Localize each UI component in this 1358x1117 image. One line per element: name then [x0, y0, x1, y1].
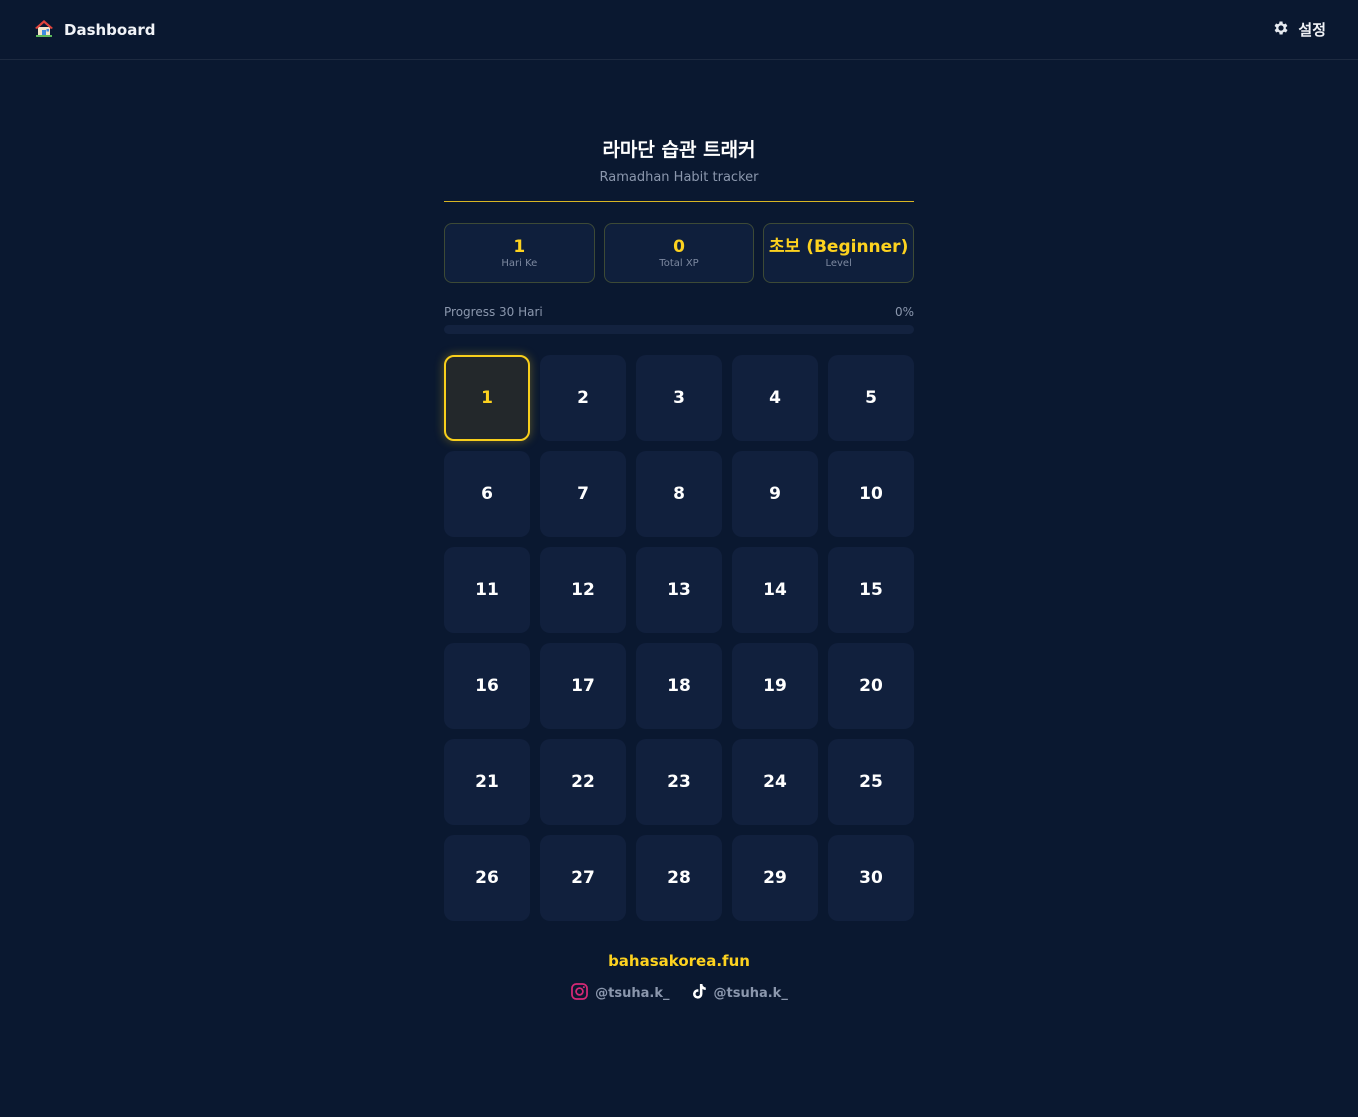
day-tile-24[interactable]: 24	[732, 739, 818, 825]
stat-card-day: 1 Hari Ke	[444, 223, 595, 283]
day-tile-22[interactable]: 22	[540, 739, 626, 825]
day-tile-29[interactable]: 29	[732, 835, 818, 921]
day-tile-8[interactable]: 8	[636, 451, 722, 537]
day-tile-1[interactable]: 1	[444, 355, 530, 441]
house-icon	[34, 18, 54, 42]
day-tile-30[interactable]: 30	[828, 835, 914, 921]
instagram-icon	[570, 982, 589, 1005]
day-tile-5[interactable]: 5	[828, 355, 914, 441]
stats-row: 1 Hari Ke 0 Total XP 초보 (Beginner) Level	[444, 223, 915, 283]
progress-label: Progress 30 Hari	[444, 305, 543, 319]
day-tile-7[interactable]: 7	[540, 451, 626, 537]
day-tile-12[interactable]: 12	[540, 547, 626, 633]
tiktok-link[interactable]: @tsuha.k_	[690, 982, 788, 1005]
gear-icon	[1272, 19, 1290, 41]
day-tile-19[interactable]: 19	[732, 643, 818, 729]
page-title: 라마단 습관 트래커	[602, 139, 756, 161]
stat-xp-value: 0	[673, 237, 685, 257]
day-tile-3[interactable]: 3	[636, 355, 722, 441]
stat-day-value: 1	[513, 237, 526, 257]
day-tile-13[interactable]: 13	[636, 547, 722, 633]
day-tile-2[interactable]: 2	[540, 355, 626, 441]
social-links: @tsuha.k_ @tsuha.k_	[444, 982, 914, 1005]
instagram-link[interactable]: @tsuha.k_	[570, 982, 670, 1005]
day-tile-6[interactable]: 6	[444, 451, 530, 537]
settings-label: 설정	[1298, 21, 1326, 39]
day-grid: 1 2 3 4 5 6 7 8 9 10 11 12 13 14 15 16 17 18 19 20 21 22 23 24 2…	[444, 355, 914, 921]
progress-percent: 0%	[894, 305, 914, 319]
day-tile-27[interactable]: 27	[540, 835, 626, 921]
day-tile-16[interactable]: 16	[444, 643, 530, 729]
stat-day-label: Hari Ke	[501, 258, 538, 269]
day-tile-20[interactable]: 20	[828, 643, 914, 729]
dashboard-label: Dashboard	[64, 20, 156, 39]
tiktok-handle: @tsuha.k_	[713, 986, 788, 1001]
stat-level-label: Level	[825, 258, 852, 269]
tiktok-icon	[690, 982, 708, 1005]
day-tile-17[interactable]: 17	[540, 643, 626, 729]
day-tile-11[interactable]: 11	[444, 547, 530, 633]
dashboard-link[interactable]: Dashboard	[34, 18, 155, 42]
day-tile-10[interactable]: 10	[828, 451, 914, 537]
top-bar: Dashboard 설정	[0, 0, 1358, 60]
day-tile-9[interactable]: 9	[732, 451, 818, 537]
day-tile-26[interactable]: 26	[444, 835, 530, 921]
day-tile-14[interactable]: 14	[732, 547, 818, 633]
page-subtitle: Ramadhan Habit tracker	[599, 170, 759, 185]
site-link[interactable]: bahasakorea.fun	[444, 952, 914, 970]
stat-card-level: 초보 (Beginner) Level	[763, 223, 915, 283]
day-tile-4[interactable]: 4	[732, 355, 818, 441]
instagram-handle: @tsuha.k_	[595, 986, 670, 1001]
progress-header: Progress 30 Hari 0%	[444, 305, 914, 319]
day-tile-15[interactable]: 15	[828, 547, 914, 633]
stat-level-value: 초보 (Beginner)	[769, 237, 909, 257]
day-tile-25[interactable]: 25	[828, 739, 914, 825]
settings-button[interactable]: 설정	[1272, 19, 1326, 41]
day-tile-21[interactable]: 21	[444, 739, 530, 825]
day-tile-23[interactable]: 23	[636, 739, 722, 825]
stat-xp-label: Total XP	[659, 258, 699, 269]
title-divider	[444, 201, 914, 202]
day-tile-28[interactable]: 28	[636, 835, 722, 921]
stat-card-xp: 0 Total XP	[603, 223, 755, 283]
day-tile-18[interactable]: 18	[636, 643, 722, 729]
progress-bar	[444, 325, 914, 334]
